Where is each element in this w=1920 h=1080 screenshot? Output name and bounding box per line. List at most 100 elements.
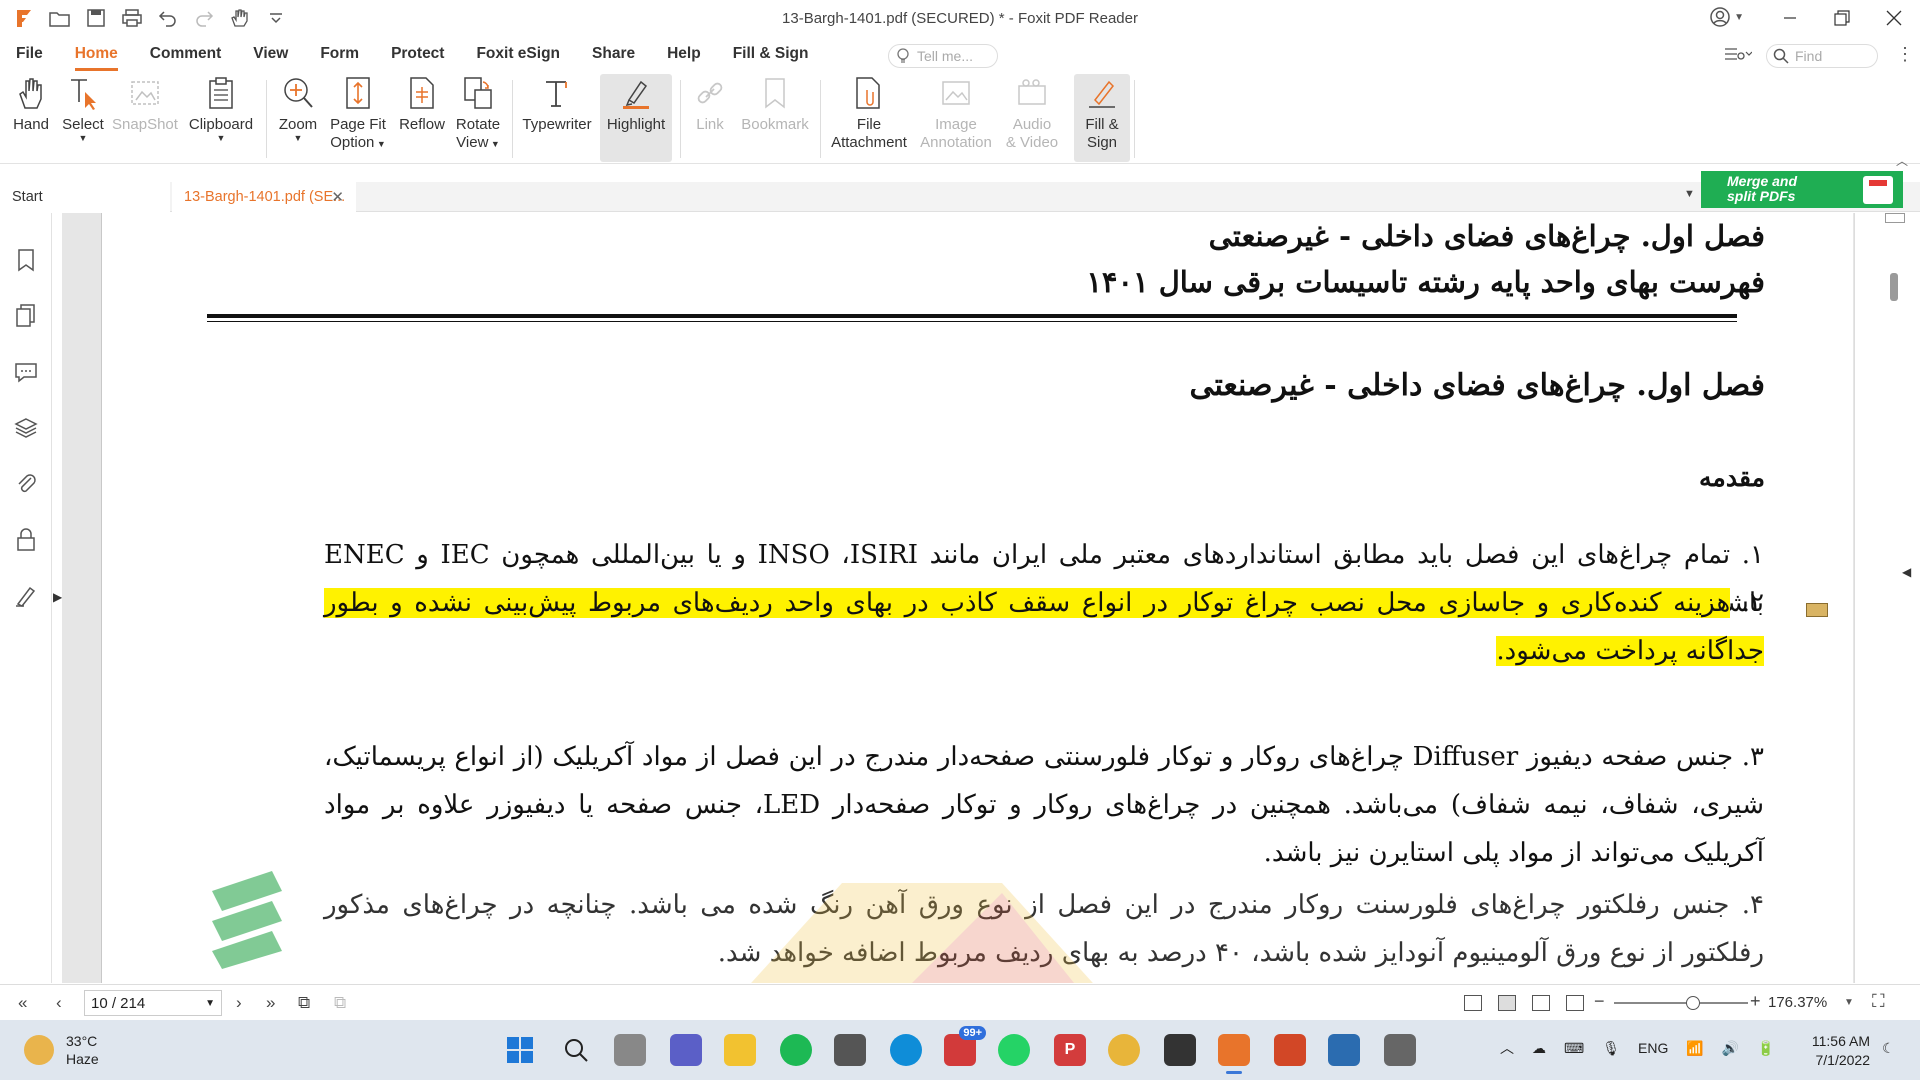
layers-panel-icon[interactable]	[13, 415, 39, 441]
attachments-panel-icon[interactable]	[13, 471, 39, 497]
select-button[interactable]: Select ▼	[58, 74, 108, 162]
pages-panel-icon[interactable]	[13, 303, 39, 329]
expand-sidebar-icon[interactable]: ▶	[53, 590, 62, 604]
typewriter-button[interactable]: Typewriter	[520, 74, 594, 162]
fill-sign-button[interactable]: Fill & Sign	[1074, 74, 1130, 162]
microphone-icon[interactable]: 🎙	[1602, 1040, 1620, 1057]
microsoft-store-icon[interactable]	[834, 1034, 866, 1066]
tab-list-dropdown-icon[interactable]: ▼	[1684, 188, 1695, 200]
scroll-top-button[interactable]	[1885, 213, 1905, 223]
facing-view-icon[interactable]	[1532, 995, 1550, 1011]
foxit-reader-taskbar-icon[interactable]	[1218, 1034, 1250, 1074]
highlighted-text[interactable]: هزینه کنده‌کاری و جاسازی محل نصب چراغ تو…	[324, 588, 1764, 666]
continuous-view-icon[interactable]	[1498, 995, 1516, 1011]
teams-chat-icon[interactable]	[670, 1034, 702, 1066]
hand-tool-icon[interactable]	[226, 4, 254, 32]
print-icon[interactable]	[118, 4, 146, 32]
previous-page-icon[interactable]: ‹	[56, 993, 62, 1013]
last-page-icon[interactable]: »	[266, 993, 275, 1013]
tab-comment[interactable]: Comment	[144, 41, 227, 67]
vpn-app-icon[interactable]	[1384, 1034, 1416, 1066]
undo-icon[interactable]	[154, 4, 182, 32]
page-number-input[interactable]: 10 / 214 ▼	[84, 990, 222, 1016]
volume-icon[interactable]: 🔊	[1722, 1040, 1739, 1057]
more-options-icon[interactable]: ⋮	[1896, 44, 1914, 65]
save-icon[interactable]	[82, 4, 110, 32]
minimize-button[interactable]	[1764, 0, 1816, 36]
document-tab[interactable]: 13-Bargh-1401.pdf (SE... ✕	[172, 182, 356, 212]
terminal-icon[interactable]	[1164, 1034, 1196, 1066]
search-icon[interactable]	[560, 1034, 592, 1066]
zoom-in-icon[interactable]: +	[1750, 991, 1761, 1012]
first-page-icon[interactable]: «	[18, 993, 27, 1013]
tab-protect[interactable]: Protect	[385, 41, 450, 67]
zoom-out-icon[interactable]: −	[1594, 991, 1605, 1012]
paragraph-3[interactable]: ۳. جنس صفحه دیفیوز Diffuser چراغ‌های روک…	[324, 733, 1764, 877]
zoom-level[interactable]: 176.37%	[1768, 994, 1827, 1011]
security-panel-icon[interactable]	[13, 527, 39, 553]
edge-browser-icon[interactable]	[890, 1034, 922, 1066]
single-page-view-icon[interactable]	[1464, 995, 1482, 1011]
clock[interactable]: 11:56 AM 7/1/2022	[1796, 1032, 1870, 1070]
tab-form[interactable]: Form	[314, 41, 365, 67]
task-view-icon[interactable]	[614, 1034, 646, 1066]
next-page-icon[interactable]: ›	[236, 993, 242, 1013]
battery-icon[interactable]: 🔋	[1757, 1040, 1774, 1057]
zoom-slider[interactable]	[1614, 1002, 1748, 1004]
powerpoint-icon[interactable]	[1274, 1034, 1306, 1066]
photos-icon[interactable]	[1328, 1034, 1360, 1066]
close-button[interactable]	[1868, 0, 1920, 36]
start-menu-icon[interactable]	[504, 1034, 536, 1066]
open-folder-icon[interactable]	[46, 4, 74, 32]
tab-home[interactable]: Home	[69, 41, 124, 71]
tab-foxit-esign[interactable]: Foxit eSign	[470, 41, 566, 67]
pdf-page[interactable]: فصل اول. چراغ‌های فضای داخلی - غیرصنعتی …	[101, 213, 1853, 983]
chevron-down-icon[interactable]: ▼	[1844, 997, 1854, 1008]
reflow-button[interactable]: Reflow	[394, 74, 450, 162]
fullscreen-icon[interactable]: ⛶	[1872, 991, 1885, 1012]
tab-help[interactable]: Help	[661, 41, 707, 67]
start-tab[interactable]: Start	[0, 182, 170, 212]
tab-view[interactable]: View	[247, 41, 294, 67]
wps-presentation-icon[interactable]: P	[1054, 1034, 1086, 1066]
document-view[interactable]: فصل اول. چراغ‌های فضای داخلی - غیرصنعتی …	[62, 213, 1854, 983]
account-button[interactable]: ▼	[1709, 6, 1744, 28]
tab-file[interactable]: File	[10, 41, 49, 67]
rotate-view-button[interactable]: Rotate View ▼	[452, 74, 504, 162]
zoom-slider-handle[interactable]	[1686, 996, 1700, 1010]
restore-button[interactable]	[1816, 0, 1868, 36]
page-fit-option-button[interactable]: Page Fit Option ▼	[326, 74, 390, 162]
tab-fill-sign[interactable]: Fill & Sign	[727, 41, 815, 67]
chevron-up-icon[interactable]: ︿	[1500, 1038, 1514, 1058]
bookmarks-panel-icon[interactable]	[13, 247, 39, 273]
previous-view-icon[interactable]: ⧉	[298, 993, 310, 1013]
tell-me-input[interactable]: Tell me...	[888, 44, 998, 68]
expand-right-panel-icon[interactable]: ◀	[1902, 565, 1911, 579]
collapse-ribbon-icon[interactable]: ︿	[1896, 152, 1908, 169]
tab-share[interactable]: Share	[586, 41, 641, 67]
merge-split-ad-banner[interactable]: Merge and split PDFs	[1701, 171, 1903, 208]
notifications-icon[interactable]: ☾	[1882, 1040, 1895, 1057]
view-mode-dropdown[interactable]	[1724, 46, 1753, 67]
whatsapp-icon[interactable]	[998, 1034, 1030, 1066]
file-explorer-icon[interactable]	[724, 1034, 756, 1066]
signature-panel-icon[interactable]	[13, 583, 39, 609]
keyboard-icon[interactable]: ⌨	[1564, 1040, 1584, 1057]
mail-icon[interactable]: 99+	[944, 1026, 986, 1066]
highlight-button[interactable]: Highlight	[600, 74, 672, 162]
hand-button[interactable]: Hand	[8, 74, 54, 162]
continuous-facing-view-icon[interactable]	[1566, 995, 1584, 1011]
comments-panel-icon[interactable]	[13, 359, 39, 385]
zoom-button[interactable]: Zoom ▼	[274, 74, 322, 162]
weather-widget[interactable]: 33°C Haze	[24, 1032, 99, 1068]
file-attachment-button[interactable]: File Attachment	[826, 74, 912, 162]
language-indicator[interactable]: ENG	[1638, 1040, 1668, 1056]
spotify-icon[interactable]	[780, 1034, 812, 1066]
customize-toolbar-icon[interactable]	[262, 4, 290, 32]
clipboard-button[interactable]: Clipboard ▼	[184, 74, 258, 162]
find-input[interactable]: Find	[1766, 44, 1878, 68]
chrome-icon[interactable]	[1108, 1034, 1140, 1066]
onedrive-icon[interactable]: ☁	[1532, 1040, 1546, 1057]
scrollbar-thumb[interactable]	[1890, 273, 1898, 301]
close-tab-icon[interactable]: ✕	[331, 188, 344, 206]
